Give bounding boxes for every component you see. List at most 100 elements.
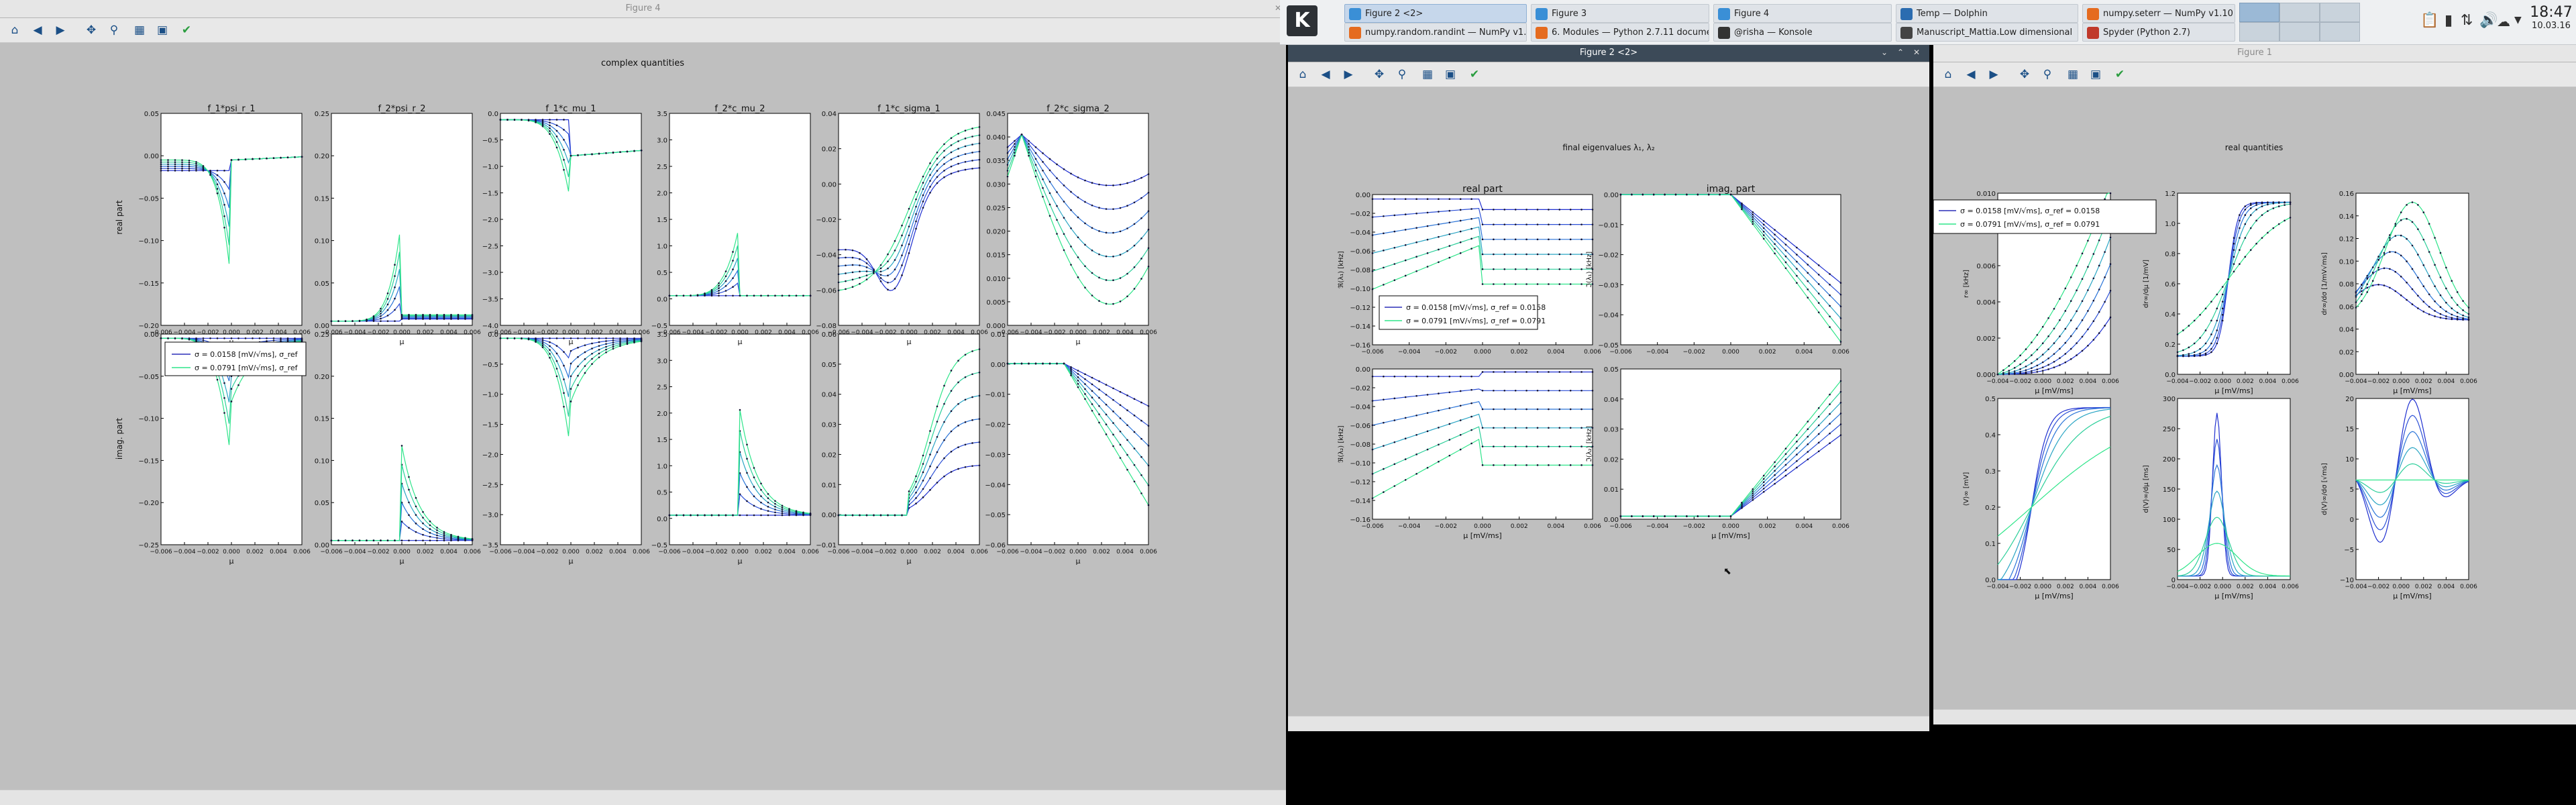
launcher-icon[interactable]: K xyxy=(1287,5,1318,36)
taskbar-item[interactable]: 6. Modules — Python 2.7.11 documentation… xyxy=(1531,23,1709,42)
data-point xyxy=(1091,227,1093,229)
configure-subplots-icon[interactable]: ▦ xyxy=(2065,66,2081,83)
data-point xyxy=(422,511,424,513)
battery-icon[interactable]: ▮ xyxy=(2445,12,2453,29)
clipboard-icon[interactable]: 📋 xyxy=(2420,12,2438,29)
data-point xyxy=(1536,389,1539,392)
zoom-icon[interactable]: ⚲ xyxy=(1394,66,1410,83)
data-point xyxy=(1028,140,1030,142)
home-icon[interactable]: ⌂ xyxy=(7,22,23,38)
x-tick-label: 0.004 xyxy=(609,549,627,555)
taskbar-item[interactable]: Spyder (Python 2.7) xyxy=(2082,23,2235,42)
data-point xyxy=(718,287,720,289)
pan-icon[interactable]: ✥ xyxy=(2017,66,2033,83)
data-point xyxy=(1829,413,1831,415)
zoom-icon[interactable]: ⚲ xyxy=(2039,66,2055,83)
y-tick-label: 0.1 xyxy=(1985,541,1996,548)
y-tick-label: 0.10 xyxy=(315,238,329,246)
data-point xyxy=(1147,173,1150,175)
data-point xyxy=(746,486,748,488)
window-titlebar[interactable]: Figure 2 <2> ⌄ ⌃ ✕ xyxy=(1288,44,1929,62)
window-close-icon[interactable]: ✕ xyxy=(1911,46,1923,58)
network-icon[interactable]: ⇅ xyxy=(2461,12,2473,29)
pan-icon[interactable]: ✥ xyxy=(83,22,99,38)
back-icon[interactable]: ◀ xyxy=(1318,66,1334,83)
forward-icon[interactable]: ▶ xyxy=(52,22,68,38)
window-maximize-icon[interactable]: ⌃ xyxy=(1894,46,1907,58)
data-point xyxy=(1796,460,1798,462)
back-icon[interactable]: ◀ xyxy=(30,22,46,38)
taskbar-item[interactable]: Temp — Dolphin xyxy=(1896,4,2078,23)
data-point xyxy=(2411,288,2414,290)
zoom-icon[interactable]: ⚲ xyxy=(106,22,122,38)
taskbar-item[interactable]: Figure 2 <2> xyxy=(1344,4,1527,23)
edit-axes-icon[interactable]: ✔ xyxy=(1466,66,1483,83)
data-point xyxy=(1525,268,1527,270)
data-point xyxy=(964,398,967,401)
data-point xyxy=(2411,303,2414,305)
figure-canvas[interactable]: complex quantitiesf_1*psi_r_10.050.00−0.… xyxy=(0,43,1286,786)
data-point xyxy=(541,343,544,345)
figure-canvas[interactable]: final eigenvalues λ₁, λ₂real part imag. p… xyxy=(1288,87,1929,751)
data-point xyxy=(167,167,169,170)
data-point xyxy=(577,337,579,339)
window-titlebar[interactable]: Figure 4 ✕ xyxy=(0,0,1286,18)
y-tick-label: −0.05 xyxy=(138,374,159,381)
data-point xyxy=(978,142,981,145)
cloud-icon[interactable]: ☁ xyxy=(2497,13,2510,30)
y-tick-label: 0.00 xyxy=(1604,192,1619,199)
home-icon[interactable]: ⌂ xyxy=(1940,66,1956,83)
window-minimize-icon[interactable]: ⌄ xyxy=(1878,46,1890,58)
data-point xyxy=(160,165,162,168)
home-icon[interactable]: ⌂ xyxy=(1295,66,1311,83)
data-point xyxy=(223,337,225,339)
volume-icon[interactable]: 🔊 xyxy=(2479,12,2498,29)
taskbar-item[interactable]: @risha — Konsole xyxy=(1713,23,1892,42)
data-point xyxy=(216,337,219,339)
pager[interactable] xyxy=(2239,3,2360,42)
mpl-toolbar: ⌂ ◀ ▶ ✥ ⚲ ▦ ▣ ✔ xyxy=(1288,62,1929,87)
window-titlebar[interactable]: Figure 1 xyxy=(1933,44,2576,62)
data-point xyxy=(195,170,197,172)
y-tick-label: 0.00 xyxy=(822,512,837,519)
taskbar-item[interactable]: Figure 3 xyxy=(1531,4,1709,23)
save-icon[interactable]: ▣ xyxy=(2088,66,2104,83)
app-icon xyxy=(1900,27,1913,39)
y-tick-label: 200 xyxy=(2163,456,2176,464)
back-icon[interactable]: ◀ xyxy=(1963,66,1979,83)
configure-subplots-icon[interactable]: ▦ xyxy=(1419,66,1436,83)
data-point xyxy=(2422,211,2425,213)
data-point xyxy=(429,524,431,527)
data-point xyxy=(1817,415,1820,418)
x-tick-label: 0.000 xyxy=(1722,349,1739,356)
forward-icon[interactable]: ▶ xyxy=(1986,66,2002,83)
taskbar-item[interactable]: numpy.seterr — NumPy v1.10 Manual - Mozi… xyxy=(2082,4,2235,23)
pan-icon[interactable]: ✥ xyxy=(1371,66,1387,83)
taskbar-item[interactable]: Figure 4 xyxy=(1713,4,1892,23)
save-icon[interactable]: ▣ xyxy=(154,22,170,38)
data-point xyxy=(1438,375,1440,378)
configure-subplots-icon[interactable]: ▦ xyxy=(131,22,148,38)
data-point xyxy=(1371,252,1374,254)
data-point xyxy=(845,288,847,290)
data-point xyxy=(584,365,586,367)
data-point xyxy=(2210,319,2212,322)
tray-expand-icon[interactable]: ▼ xyxy=(2514,15,2522,25)
save-icon[interactable]: ▣ xyxy=(1442,66,1458,83)
taskbar-item[interactable]: numpy.random.randint — NumPy v1.10 Manua… xyxy=(1344,23,1527,42)
edit-axes-icon[interactable]: ✔ xyxy=(178,22,195,38)
forward-icon[interactable]: ▶ xyxy=(1340,66,1356,83)
data-point xyxy=(2216,293,2218,296)
data-point xyxy=(943,475,945,478)
y-tick-label: 0.002 xyxy=(1976,335,1996,343)
taskbar-item[interactable]: Manuscript_Mattia.Low dimensional xyxy=(1896,23,2078,42)
figure-canvas[interactable]: real quantities0.0100.0080.0060.0040.002… xyxy=(1933,87,2576,710)
data-point xyxy=(873,514,875,517)
y-tick-label: −0.10 xyxy=(138,416,159,423)
clock[interactable]: 18:47 10.03.16 xyxy=(2526,4,2576,31)
data-point xyxy=(781,506,784,508)
data-point xyxy=(1098,396,1100,399)
data-point xyxy=(746,294,748,297)
edit-axes-icon[interactable]: ✔ xyxy=(2112,66,2128,83)
y-tick-label: 0.02 xyxy=(822,451,837,459)
